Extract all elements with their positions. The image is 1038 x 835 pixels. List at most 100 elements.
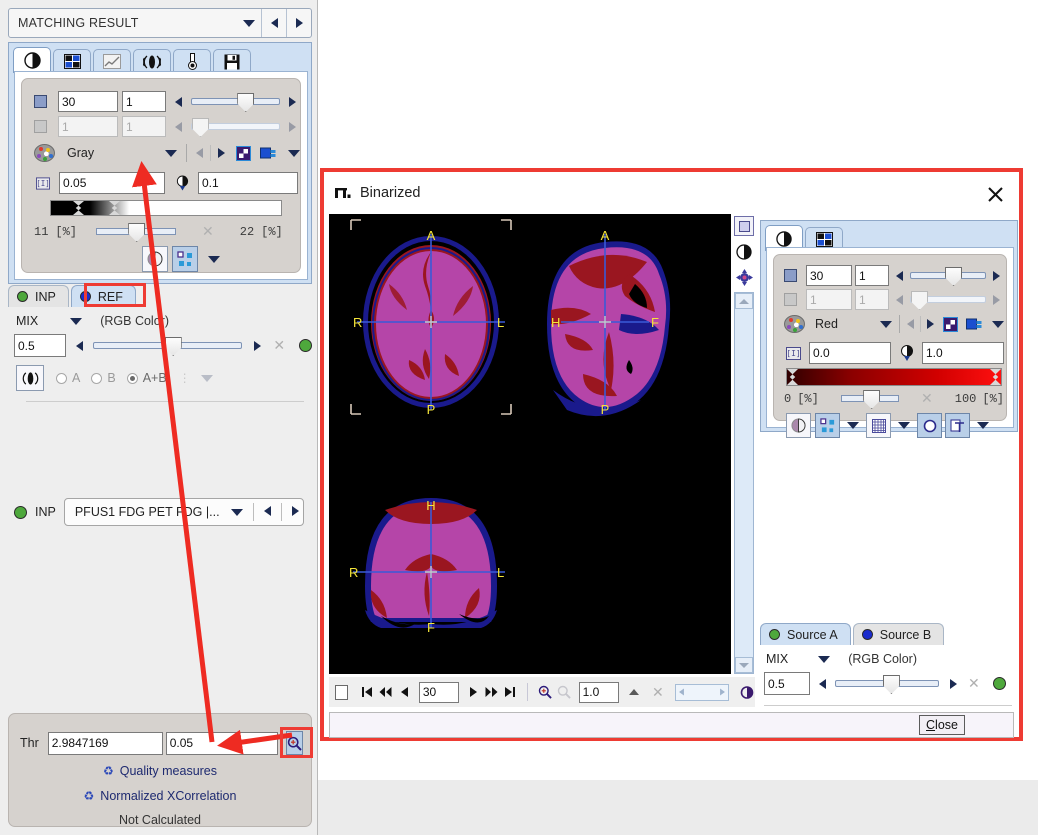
thr-fraction-input[interactable]: [165, 731, 278, 755]
slice-value-input[interactable]: [58, 91, 118, 112]
viewport-scrollbar[interactable]: [734, 292, 754, 674]
colorbar-upper-handle[interactable]: [990, 369, 1001, 385]
transparency-button[interactable]: [142, 246, 168, 272]
gray-colorbar[interactable]: [50, 200, 282, 216]
percent-slider[interactable]: [96, 223, 177, 242]
dialog-colorbar-dropdown-button[interactable]: [992, 320, 1004, 328]
mix-value-input[interactable]: [14, 334, 66, 357]
fusion-mode-button[interactable]: [16, 365, 44, 391]
zoom-in-button[interactable]: [538, 684, 552, 700]
slice-increment-button[interactable]: [289, 96, 296, 107]
tab-probe[interactable]: [173, 49, 211, 73]
radio-a[interactable]: [56, 372, 67, 384]
rewind-button[interactable]: [379, 684, 392, 700]
colortable-prev-button[interactable]: [196, 148, 203, 158]
tab-fusion[interactable]: [133, 49, 171, 73]
dialog-frame-value-input[interactable]: [806, 289, 852, 310]
lower-threshold-input[interactable]: [59, 172, 166, 194]
radio-ab[interactable]: [126, 372, 138, 384]
frame-slider[interactable]: [191, 118, 280, 137]
dialog-contour-button[interactable]: [917, 413, 942, 438]
dialog-annotation-button[interactable]: [945, 413, 970, 438]
dialog-frame-slider[interactable]: [910, 291, 986, 310]
series-dropdown-button[interactable]: [231, 505, 243, 519]
invert-colors-icon[interactable]: [236, 145, 251, 161]
dialog-colortable-prev-button[interactable]: [907, 319, 914, 329]
zoom-level-input[interactable]: [578, 681, 619, 703]
dialog-frame-decrement-button[interactable]: [896, 294, 903, 305]
pan-scrollbar[interactable]: [674, 683, 729, 701]
dialog-slice-decrement-button[interactable]: [896, 270, 903, 281]
last-frame-button[interactable]: [503, 684, 516, 700]
dialog-percent-slider[interactable]: [840, 390, 900, 409]
scroll-up-button[interactable]: [735, 293, 753, 309]
slider-knob[interactable]: [192, 118, 209, 137]
titlebar-prev-button[interactable]: [262, 9, 286, 37]
overlay-structure-button[interactable]: [172, 246, 198, 272]
dialog-lower-threshold-input[interactable]: [809, 342, 891, 364]
dialog-overlay-dropdown-button[interactable]: [847, 422, 859, 429]
slider-knob[interactable]: [237, 93, 255, 112]
prev-frame-button[interactable]: [397, 684, 410, 700]
mix-dropdown-button[interactable]: [70, 317, 83, 325]
dialog-transparency-button[interactable]: [786, 413, 811, 438]
reset-percent-button[interactable]: ✕: [202, 223, 214, 240]
fast-forward-button[interactable]: [485, 684, 498, 700]
dialog-upper-threshold-input[interactable]: [922, 342, 1004, 364]
frame-decrement-button[interactable]: [175, 121, 182, 132]
titlebar-dropdown-button[interactable]: [237, 9, 261, 37]
tab-source-a[interactable]: Source A: [760, 623, 851, 645]
colorbar-dropdown-button[interactable]: [288, 149, 300, 157]
colorbar-icon[interactable]: [260, 146, 277, 160]
sidebar-item-inp[interactable]: INP: [8, 285, 69, 307]
dialog-frame-increment-button[interactable]: [993, 294, 1000, 305]
frame-step-input[interactable]: [122, 116, 166, 137]
dialog-mix-slider[interactable]: [835, 675, 939, 694]
frame-number-input[interactable]: [418, 681, 459, 703]
dialog-mix-dropdown-button[interactable]: [818, 655, 831, 663]
slice-step-input[interactable]: [122, 91, 166, 112]
input-series-combo[interactable]: PFUS1 FDG PET FDG |...: [63, 498, 304, 526]
tab-contrast[interactable]: [13, 47, 51, 73]
zoom-up-button[interactable]: [628, 684, 641, 700]
slider-knob[interactable]: [164, 337, 182, 356]
dialog-overlay-structure-button[interactable]: [815, 413, 840, 438]
stop-checkbox[interactable]: [335, 684, 348, 700]
dialog-grid-dropdown-button[interactable]: [898, 422, 910, 429]
dialog-grid-overlay-button[interactable]: [866, 413, 891, 438]
series-next-button[interactable]: [292, 505, 299, 519]
scroll-down-button[interactable]: [735, 657, 753, 673]
dialog-mix-increment-button[interactable]: [950, 678, 957, 689]
mix-decrement-button[interactable]: [76, 340, 83, 351]
mix-increment-button[interactable]: [254, 340, 262, 351]
dialog-frame-step-input[interactable]: [855, 289, 889, 310]
dialog-slice-step-input[interactable]: [855, 265, 889, 286]
dialog-slice-increment-button[interactable]: [993, 270, 1000, 281]
tab-save[interactable]: [213, 49, 251, 73]
radio-b[interactable]: [91, 372, 103, 384]
colorbar-lower-handle[interactable]: [73, 201, 84, 215]
contrast-icon[interactable]: [736, 244, 752, 260]
slice-decrement-button[interactable]: [175, 96, 182, 107]
dialog-colortable-next-button[interactable]: [927, 319, 934, 329]
dialog-percent-reset-button[interactable]: ✕: [921, 390, 933, 407]
dialog-mix-decrement-button[interactable]: [819, 678, 826, 689]
colorbar-icon[interactable]: [966, 317, 983, 331]
slider-knob[interactable]: [128, 223, 146, 242]
overlay-dropdown-button[interactable]: [208, 255, 220, 263]
titlebar-next-button[interactable]: [287, 9, 311, 37]
invert-colors-icon[interactable]: [943, 316, 958, 332]
extra-dropdown-button[interactable]: [200, 371, 213, 385]
colortable-dropdown-button[interactable]: [165, 149, 177, 157]
slider-knob[interactable]: [882, 675, 900, 694]
first-frame-button[interactable]: [361, 684, 374, 700]
colorbar-lower-handle[interactable]: [787, 369, 798, 385]
zoom-out-button[interactable]: [557, 684, 571, 700]
next-frame-button[interactable]: [467, 684, 480, 700]
zoom-reset-button[interactable]: ✕: [652, 684, 664, 701]
red-colorbar[interactable]: [786, 368, 1002, 386]
dialog-mix-reset-button[interactable]: ✕: [968, 675, 980, 692]
slice-slider[interactable]: [191, 93, 280, 112]
mix-reset-button[interactable]: ✕: [273, 337, 285, 354]
thr-value-input[interactable]: [47, 731, 163, 755]
